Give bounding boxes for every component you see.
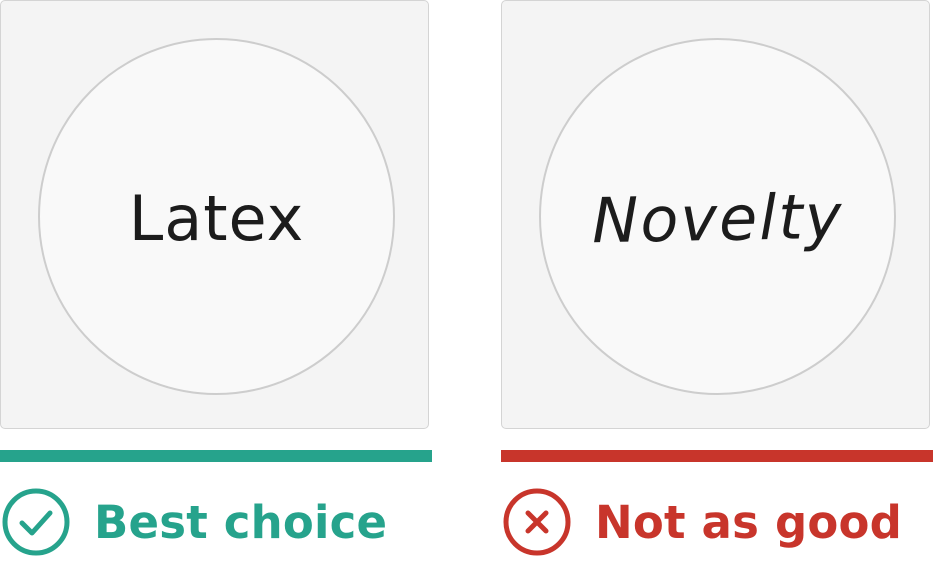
sample-circle: Latex <box>38 38 395 395</box>
x-circle-icon <box>503 488 571 556</box>
sample-card: Latex <box>0 0 429 429</box>
check-circle-icon <box>2 488 70 556</box>
verdict-bar <box>0 450 432 462</box>
verdict: Best choice <box>0 486 387 558</box>
verdict-label-best-choice: Best choice <box>94 495 388 549</box>
sample-card: Novelty <box>501 0 930 429</box>
sample-text-latex: Latex <box>128 181 305 255</box>
verdict-label-not-as-good: Not as good <box>595 495 903 549</box>
sample-circle: Novelty <box>539 38 896 395</box>
sample-text-novelty: Novelty <box>591 179 844 257</box>
verdict-bar <box>501 450 933 462</box>
verdict: Not as good <box>501 486 902 558</box>
